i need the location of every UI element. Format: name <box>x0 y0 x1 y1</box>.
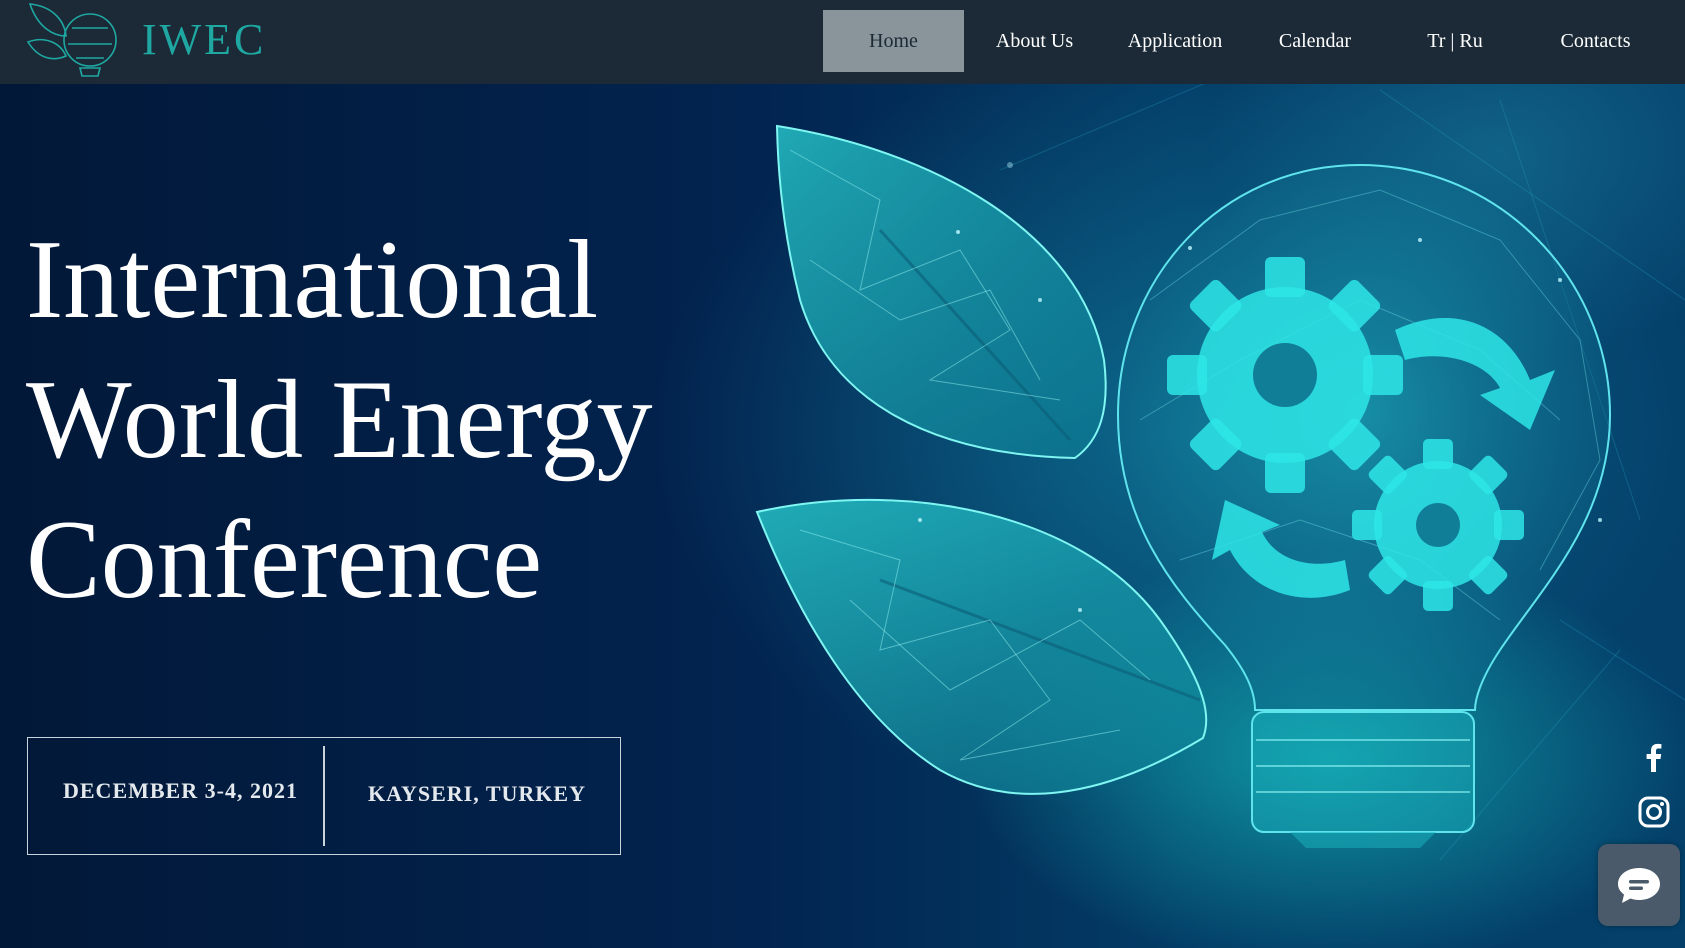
nav-home[interactable]: Home <box>823 10 964 72</box>
event-date: DECEMBER 3-4, 2021 <box>63 778 298 803</box>
main-navigation: Home About Us Application Calendar Tr | … <box>823 10 1666 72</box>
event-info-box: DECEMBER 3-4, 2021 KAYSERI, TURKEY <box>27 737 621 855</box>
nav-about-us[interactable]: About Us <box>964 10 1105 72</box>
leaf-globe-logo-icon[interactable] <box>24 0 120 80</box>
nav-application[interactable]: Application <box>1105 10 1245 72</box>
title-line-1: International <box>26 218 599 342</box>
chat-bubble-icon <box>1618 868 1660 903</box>
page-title: International World Energy Conference <box>26 210 653 630</box>
instagram-icon[interactable] <box>1637 795 1671 829</box>
title-line-3: Conference <box>26 498 543 622</box>
brand-name[interactable]: IWEC <box>142 14 266 66</box>
facebook-icon[interactable] <box>1637 740 1671 774</box>
top-navbar: IWEC Home About Us Application Calendar … <box>0 0 1685 84</box>
nav-language-switch[interactable]: Tr | Ru <box>1385 10 1525 72</box>
info-divider <box>323 746 325 846</box>
title-line-2: World Energy <box>26 358 653 482</box>
nav-calendar[interactable]: Calendar <box>1245 10 1385 72</box>
event-location: KAYSERI, TURKEY <box>368 781 586 806</box>
chat-button[interactable] <box>1598 844 1680 926</box>
nav-contacts[interactable]: Contacts <box>1525 10 1666 72</box>
